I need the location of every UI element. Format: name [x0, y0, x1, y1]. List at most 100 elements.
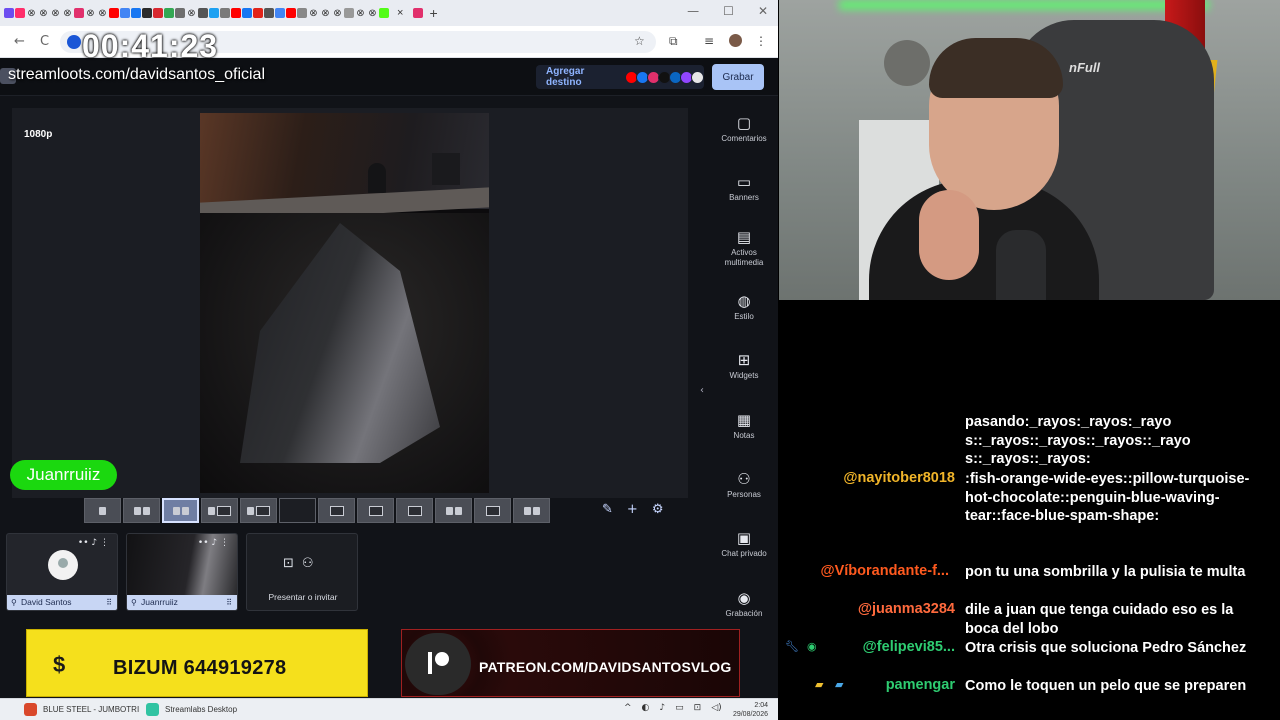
tab-favicon[interactable] — [344, 8, 354, 18]
tab-favicon[interactable] — [264, 8, 274, 18]
tab-favicon[interactable] — [120, 8, 130, 18]
layout-fullscreen[interactable] — [396, 498, 433, 523]
tool-widgets[interactable]: ⊞ Widgets — [714, 351, 774, 381]
tray-display-icon[interactable]: ▭ — [675, 703, 684, 713]
taskbar-app-streamlabs[interactable]: Streamlabs Desktop — [146, 703, 237, 716]
tab-icon[interactable]: ⊗ — [186, 8, 197, 19]
participant-tile-david[interactable]: •• ♪ ⋮ ⚲ David Santos ⠿ — [6, 533, 118, 611]
tab-favicon[interactable] — [4, 8, 14, 18]
bookmark-star-icon[interactable]: ☆ — [634, 34, 645, 48]
tab-icon[interactable]: ⊗ — [332, 8, 343, 19]
tool-banners[interactable]: ▭ Banners — [714, 173, 774, 203]
collapse-panel-icon[interactable]: ‹ — [700, 385, 704, 396]
layout-two-boxed[interactable] — [162, 498, 199, 523]
instagram-tab-favicon[interactable] — [413, 8, 424, 18]
chat-message-text: Otra crisis que soluciona Pedro Sánchez — [965, 640, 1247, 656]
tab-favicon[interactable] — [286, 8, 296, 18]
layout-split-right[interactable] — [357, 498, 394, 523]
profile-avatar[interactable] — [729, 34, 742, 47]
tool-notes[interactable]: ▦ Notas — [714, 411, 774, 441]
tray-app-icon[interactable]: ◐ — [642, 703, 650, 713]
tab-favicon[interactable] — [242, 8, 252, 18]
layout-person-screen[interactable] — [201, 498, 238, 523]
participant-tile-juan[interactable]: •• ♪ ⋮ ⚲ Juanrruiiz ⠿ — [126, 533, 238, 611]
tab-icon[interactable]: ⊗ — [62, 8, 73, 19]
tab-icon[interactable]: ⊗ — [355, 8, 366, 19]
tab-favicon[interactable] — [231, 8, 241, 18]
present-or-invite-tile[interactable]: ⊡⚇ Presentar o invitar — [246, 533, 358, 611]
site-info-icon[interactable] — [67, 35, 81, 49]
tab-favicon[interactable] — [142, 8, 152, 18]
tab-icon[interactable]: ⊗ — [50, 8, 61, 19]
layout-settings-icon[interactable]: ⚙ — [652, 502, 664, 517]
chair-brand-logo: nFull — [1069, 60, 1101, 75]
record-button[interactable]: Grabar — [712, 64, 764, 90]
tool-media-assets[interactable]: ▤ Activos multimedia — [714, 228, 774, 268]
tab-icon[interactable]: ⊗ — [85, 8, 96, 19]
tray-chevron-icon[interactable]: ^ — [624, 703, 632, 713]
layout-two-bottom[interactable] — [435, 498, 472, 523]
tool-style[interactable]: ◍ Estilo — [714, 292, 774, 322]
tab-favicon[interactable] — [175, 8, 185, 18]
tab-favicon[interactable] — [253, 8, 263, 18]
tab-icon[interactable]: ⊗ — [38, 8, 49, 19]
layout-blank[interactable] — [279, 498, 316, 523]
private-chat-icon: ▣ — [736, 529, 752, 547]
tray-network-icon[interactable]: ⊡ — [694, 703, 702, 713]
tab-favicon[interactable] — [74, 8, 84, 18]
extensions-icon[interactable]: ⧉ — [669, 34, 678, 49]
layout-solo[interactable] — [84, 498, 121, 523]
person-icon: ⚲ — [131, 598, 137, 607]
tab-favicon[interactable] — [198, 8, 208, 18]
browser-menu-icon[interactable]: ⋮ — [755, 34, 767, 48]
edit-pencil-icon[interactable]: ✎ — [602, 502, 613, 517]
drag-handle-icon[interactable]: ⠿ — [226, 595, 232, 610]
tab-icon[interactable]: ⊗ — [97, 8, 108, 19]
chat-username: pamengar — [885, 677, 955, 693]
tool-private-chat[interactable]: ▣ Chat privado — [714, 529, 774, 559]
tool-recording[interactable]: ◉ Grabación — [714, 589, 774, 619]
mic-icon[interactable]: •• ♪ ⋮ — [78, 538, 109, 548]
tab-favicon[interactable] — [275, 8, 285, 18]
tab-favicon[interactable] — [209, 8, 219, 18]
taskbar-clock[interactable]: 2:04 29/08/2026 — [720, 701, 768, 719]
maximize-button[interactable]: ☐ — [723, 4, 734, 18]
add-destination-button[interactable]: Agregar destino — [536, 65, 704, 89]
tab-icon[interactable]: ⊗ — [320, 8, 331, 19]
layout-two-side[interactable] — [123, 498, 160, 523]
tab-favicon[interactable] — [109, 8, 119, 18]
close-tab-icon[interactable]: × — [397, 7, 403, 19]
tray-mic-icon[interactable]: ♪ — [659, 703, 665, 713]
mic-icon[interactable]: •• ♪ ⋮ — [198, 538, 229, 548]
reload-button[interactable]: C — [40, 34, 49, 49]
streaming-studio: streamloots.com/davidsantos_oficial Agre… — [0, 58, 778, 698]
tool-people[interactable]: ⚇ Personas — [714, 470, 774, 500]
layout-stack[interactable] — [474, 498, 511, 523]
tab-favicon[interactable] — [164, 8, 174, 18]
layout-screen-sidebar[interactable] — [240, 498, 277, 523]
chat-message-text: pon tu una sombrilla y la pulisia te mul… — [965, 564, 1246, 580]
back-button[interactable]: ← — [14, 34, 25, 49]
media-control-icon[interactable]: ≡ — [704, 34, 714, 48]
tab-favicon[interactable] — [153, 8, 163, 18]
tab-favicon[interactable] — [220, 8, 230, 18]
tab-icon[interactable]: ⊗ — [308, 8, 319, 19]
taskbar-app-browser[interactable]: BLUE STEEL - JUMBOTRI — [24, 703, 139, 716]
tab-favicon[interactable] — [15, 8, 25, 18]
minimize-button[interactable]: — — [687, 4, 699, 18]
media-icon: ▤ — [736, 228, 752, 246]
tool-label: Banners — [729, 193, 759, 202]
layout-group[interactable] — [513, 498, 550, 523]
close-window-button[interactable]: ✕ — [758, 4, 768, 18]
layout-split-left[interactable] — [318, 498, 355, 523]
tab-favicon[interactable] — [131, 8, 141, 18]
drag-handle-icon[interactable]: ⠿ — [106, 595, 112, 610]
chat-username: @Víborandante-f... — [820, 563, 949, 579]
tab-favicon[interactable] — [297, 8, 307, 18]
tab-icon[interactable]: ⊗ — [367, 8, 378, 19]
tab-favicon[interactable] — [379, 8, 389, 18]
tool-comments[interactable]: ▢ Comentarios — [714, 114, 774, 144]
new-tab-button[interactable]: + — [429, 5, 437, 21]
tab-icon[interactable]: ⊗ — [26, 8, 37, 19]
add-layout-icon[interactable]: + — [627, 502, 638, 517]
